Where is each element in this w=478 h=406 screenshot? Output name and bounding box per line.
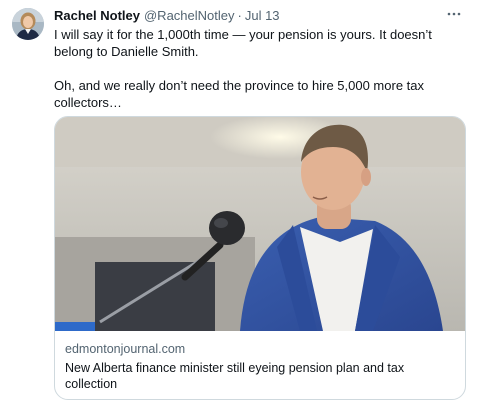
card-headline[interactable]: New Alberta finance minister still eyein…	[65, 360, 455, 392]
more-horizontal-icon[interactable]	[444, 6, 464, 24]
tweet-text: I will say it for the 1,000th time — you…	[54, 26, 466, 111]
separator-dot: ·	[237, 8, 242, 23]
tweet-paragraph: I will say it for the 1,000th time — you…	[54, 27, 432, 59]
card-image[interactable]	[55, 117, 465, 331]
article-photo	[55, 117, 465, 331]
tweet[interactable]: Rachel Notley @RachelNotley · Jul 13 I w…	[0, 0, 478, 406]
author-avatar[interactable]	[12, 8, 44, 40]
tweet-date[interactable]: Jul 13	[245, 8, 280, 24]
link-preview-card[interactable]: edmontonjournal.com New Alberta finance …	[54, 116, 466, 400]
author-handle[interactable]: @RachelNotley	[144, 8, 235, 24]
card-meta[interactable]: edmontonjournal.com New Alberta finance …	[65, 341, 455, 392]
tweet-paragraph: Oh, and we really don’t need the provinc…	[54, 78, 424, 110]
tweet-header: Rachel Notley @RachelNotley · Jul 13	[54, 8, 466, 24]
card-domain[interactable]: edmontonjournal.com	[65, 341, 455, 357]
avatar-image	[12, 8, 44, 40]
author-name[interactable]: Rachel Notley	[54, 8, 140, 24]
